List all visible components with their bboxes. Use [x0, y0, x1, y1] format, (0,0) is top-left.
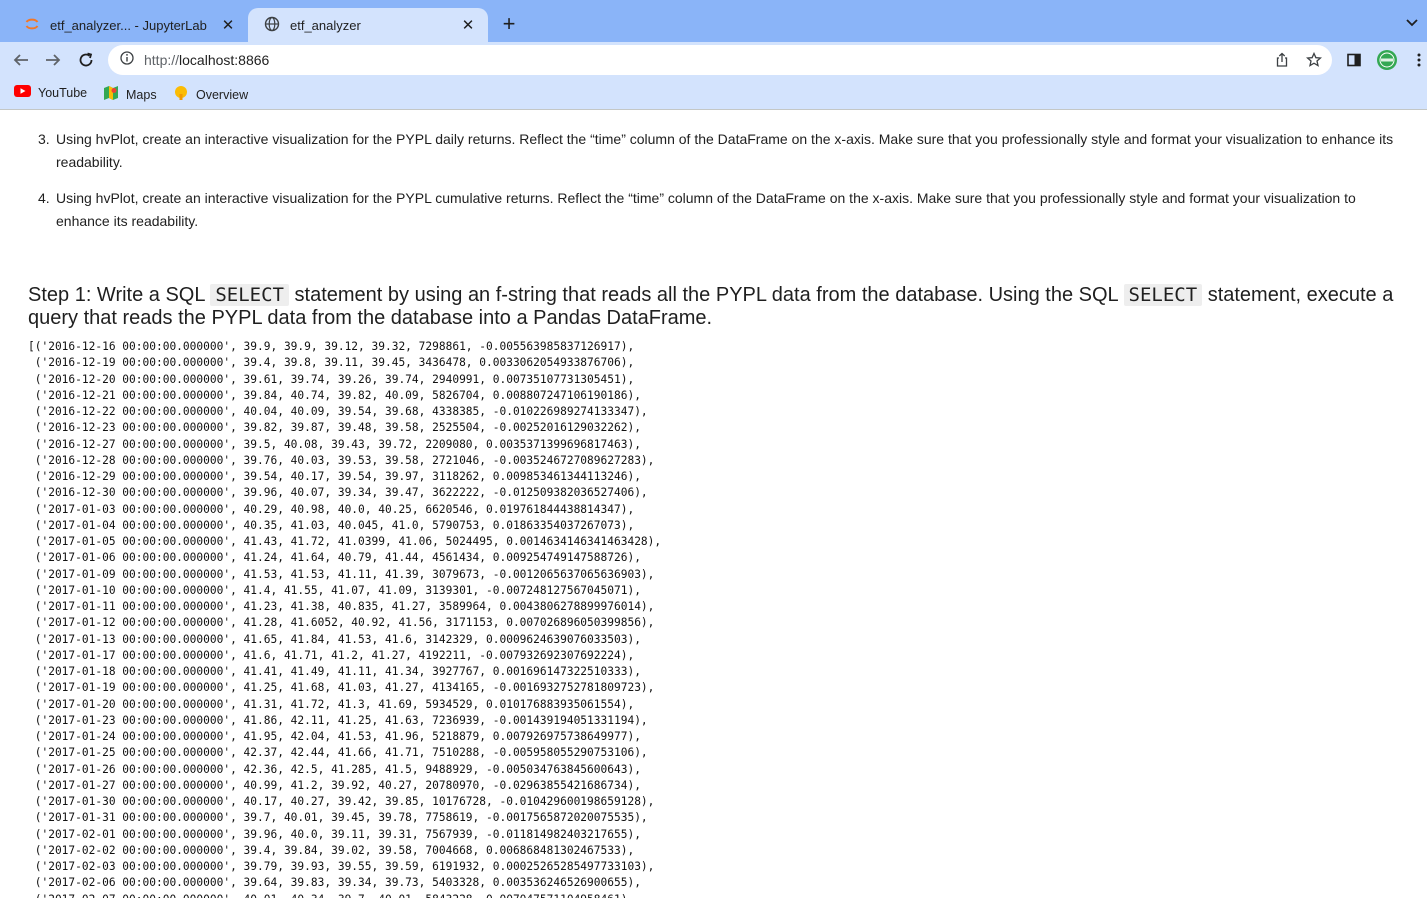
- profile-avatar-icon[interactable]: [1376, 49, 1398, 71]
- share-icon[interactable]: [1272, 50, 1292, 70]
- output-line: ('2016-12-20 00:00:00.000000', 39.61, 39…: [34, 372, 635, 386]
- output-line: ('2017-01-05 00:00:00.000000', 41.43, 41…: [34, 535, 662, 548]
- output-line: ('2017-02-07 00:00:00.000000', 40.01, 40…: [28, 893, 634, 898]
- output-line: ('2017-01-18 00:00:00.000000', 41.41, 41…: [34, 665, 641, 678]
- new-tab-icon[interactable]: +: [498, 11, 520, 36]
- output-line: ('2017-02-06 00:00:00.000000', 39.64, 39…: [34, 876, 641, 890]
- output-line: ('2016-12-22 00:00:00.000000', 40.04, 40…: [34, 405, 648, 418]
- output-line: ('2017-01-24 00:00:00.000000', 41.95, 42…: [34, 730, 641, 743]
- bookmark-youtube[interactable]: YouTube: [14, 85, 87, 100]
- bookmarks-bar: YouTube Maps Overview: [0, 78, 1427, 110]
- bookmark-overview[interactable]: Overview: [173, 85, 248, 104]
- back-arrow-icon[interactable]: [10, 50, 32, 70]
- list-item: 3. Using hvPlot, create an interactive v…: [38, 128, 1401, 174]
- list-item-number: 3.: [38, 131, 50, 147]
- tab-etf-analyzer[interactable]: etf_analyzer ✕: [248, 8, 488, 42]
- output-line: ('2016-12-29 00:00:00.000000', 39.54, 40…: [34, 470, 641, 483]
- output-line: ('2017-01-10 00:00:00.000000', 41.4, 41.…: [34, 583, 641, 597]
- tab-title: etf_analyzer... - JupyterLab: [50, 17, 207, 33]
- url-text: http://localhost:8866: [144, 52, 270, 68]
- output-line: ('2016-12-30 00:00:00.000000', 39.96, 40…: [34, 486, 648, 500]
- maps-icon: [103, 85, 119, 104]
- output-line: ('2017-01-20 00:00:00.000000', 41.31, 41…: [34, 697, 635, 711]
- output-line: ('2017-01-03 00:00:00.000000', 40.29, 40…: [34, 502, 635, 516]
- output-line: ('2017-02-01 00:00:00.000000', 39.96, 40…: [34, 827, 641, 841]
- output-line: ('2017-01-09 00:00:00.000000', 41.53, 41…: [34, 567, 655, 581]
- output-line: ('2017-01-27 00:00:00.000000', 40.99, 41…: [34, 778, 641, 792]
- youtube-icon: [14, 85, 31, 100]
- side-panel-icon[interactable]: [1344, 50, 1364, 70]
- output-line: ('2016-12-27 00:00:00.000000', 39.5, 40.…: [34, 437, 641, 451]
- close-icon[interactable]: ✕: [460, 17, 476, 34]
- query-output: [('2016-12-16 00:00:00.000000', 39.9, 39…: [28, 339, 661, 898]
- output-line: ('2017-01-06 00:00:00.000000', 41.24, 41…: [34, 551, 641, 565]
- page-content: 3. Using hvPlot, create an interactive v…: [0, 110, 1427, 898]
- jupyter-icon: [24, 16, 40, 35]
- bookmark-star-icon[interactable]: [1304, 50, 1324, 70]
- output-line: ('2017-01-04 00:00:00.000000', 40.35, 41…: [34, 518, 635, 532]
- output-line: ('2017-01-23 00:00:00.000000', 41.86, 42…: [34, 713, 648, 727]
- tab-strip: etf_analyzer... - JupyterLab ✕ etf_analy…: [0, 0, 1427, 42]
- chevron-down-icon[interactable]: [1403, 13, 1421, 31]
- section-heading: Step 1: Write a SQL SELECT statement by …: [28, 283, 1394, 329]
- overview-icon: [173, 85, 189, 104]
- list-item-number: 4.: [38, 190, 50, 206]
- output-line: ('2016-12-19 00:00:00.000000', 39.4, 39.…: [34, 356, 635, 370]
- more-vert-icon[interactable]: [1409, 50, 1427, 70]
- output-line: ('2016-12-28 00:00:00.000000', 39.76, 40…: [34, 453, 655, 467]
- output-line: ('2017-01-11 00:00:00.000000', 41.23, 41…: [34, 600, 655, 613]
- output-line: ('2017-01-25 00:00:00.000000', 42.37, 42…: [34, 746, 648, 760]
- globe-icon: [264, 16, 280, 35]
- bookmark-maps[interactable]: Maps: [103, 85, 157, 104]
- output-line: ('2016-12-23 00:00:00.000000', 39.82, 39…: [34, 421, 641, 435]
- reload-icon[interactable]: [75, 50, 97, 70]
- browser-toolbar: http://localhost:8866: [0, 42, 1427, 78]
- list-item-text: Using hvPlot, create an interactive visu…: [56, 190, 1356, 229]
- output-line: ('2017-01-17 00:00:00.000000', 41.6, 41.…: [34, 648, 635, 662]
- output-line: ('2017-01-13 00:00:00.000000', 41.65, 41…: [34, 632, 641, 646]
- output-line: ('2017-01-19 00:00:00.000000', 41.25, 41…: [34, 681, 655, 695]
- output-line: ('2017-01-30 00:00:00.000000', 40.17, 40…: [34, 795, 655, 808]
- output-line: ('2017-01-12 00:00:00.000000', 41.28, 41…: [34, 616, 655, 630]
- forward-arrow-icon[interactable]: [42, 50, 64, 70]
- output-line: ('2016-12-21 00:00:00.000000', 39.84, 40…: [34, 388, 641, 402]
- list-item-text: Using hvPlot, create an interactive visu…: [56, 131, 1394, 170]
- inline-code: SELECT: [1123, 283, 1203, 306]
- output-line: ('2017-02-03 00:00:00.000000', 39.79, 39…: [34, 860, 655, 873]
- output-line: ('2017-02-02 00:00:00.000000', 39.4, 39.…: [34, 843, 635, 857]
- inline-code: SELECT: [210, 283, 289, 306]
- output-line: ('2017-01-26 00:00:00.000000', 42.36, 42…: [34, 762, 641, 776]
- tab-jupyterlab[interactable]: etf_analyzer... - JupyterLab ✕: [8, 8, 248, 42]
- info-icon[interactable]: [120, 50, 134, 70]
- list-item: 4. Using hvPlot, create an interactive v…: [38, 187, 1401, 233]
- output-line: [('2016-12-16 00:00:00.000000', 39.9, 39…: [28, 340, 635, 353]
- address-bar[interactable]: http://localhost:8866: [108, 45, 1332, 75]
- tab-title: etf_analyzer: [290, 17, 361, 33]
- output-line: ('2017-01-31 00:00:00.000000', 39.7, 40.…: [34, 811, 648, 825]
- close-icon[interactable]: ✕: [220, 17, 236, 34]
